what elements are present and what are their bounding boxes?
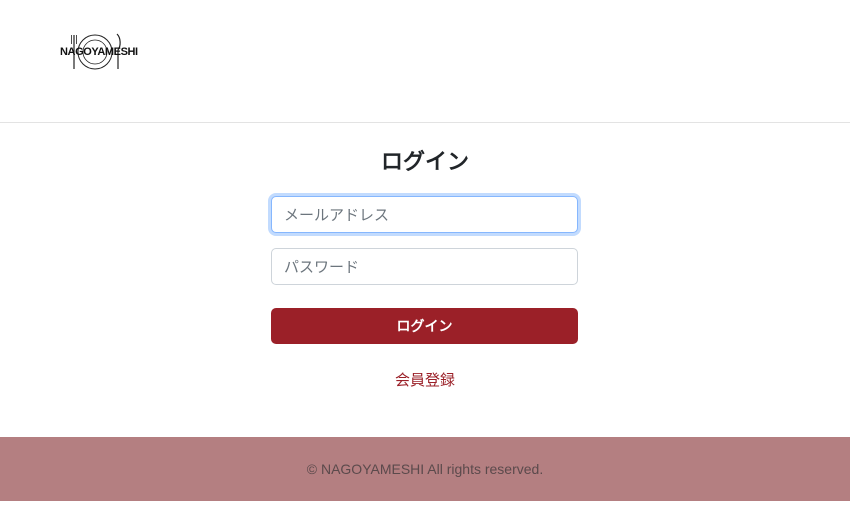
- site-footer: © NAGOYAMESHI All rights reserved.: [0, 437, 850, 501]
- register-link[interactable]: 会員登録: [395, 371, 455, 389]
- copyright-text: © NAGOYAMESHI All rights reserved.: [306, 461, 544, 477]
- email-input[interactable]: [271, 196, 578, 233]
- login-button[interactable]: ログイン: [271, 308, 578, 344]
- register-link-row: 会員登録: [0, 369, 850, 390]
- password-input[interactable]: [271, 248, 578, 285]
- page-title: ログイン: [380, 150, 469, 175]
- site-logo[interactable]: NAGOYAMESHI: [60, 32, 140, 72]
- site-header: NAGOYAMESHI: [0, 0, 850, 123]
- logo-text: NAGOYAMESHI: [60, 46, 138, 58]
